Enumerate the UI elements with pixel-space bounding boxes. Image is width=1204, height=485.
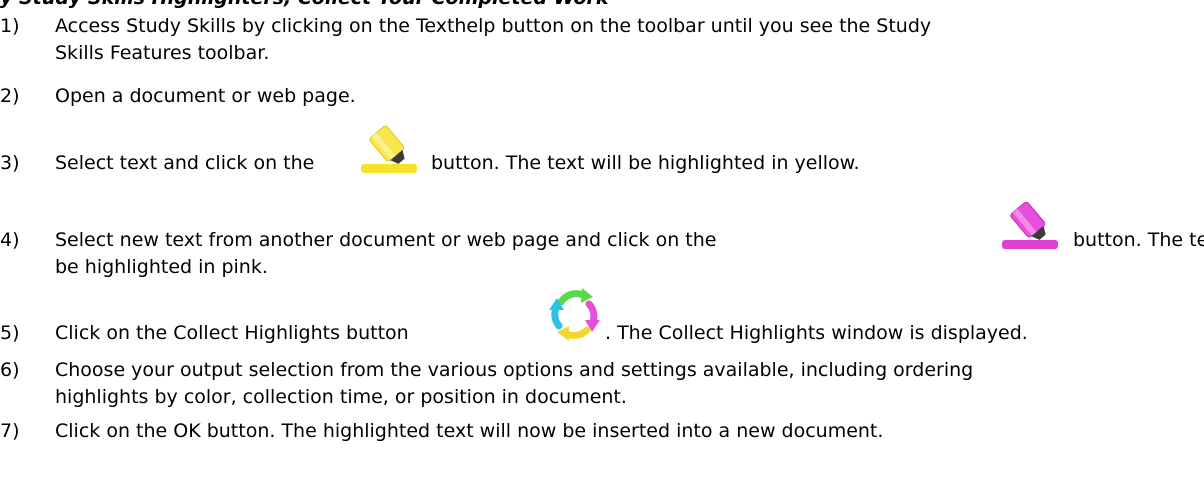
step-number: 3)	[0, 152, 20, 174]
step-number: 4)	[0, 229, 20, 251]
step-number: 7)	[0, 420, 20, 442]
step-number: 5)	[0, 322, 20, 344]
step-number: 1)	[0, 15, 20, 37]
step-text-continued: Skills Features toolbar.	[55, 42, 270, 64]
document-page: y Study Skills Highlighters, Collect You…	[0, 0, 1204, 485]
pink-highlighter-icon	[1000, 196, 1060, 252]
step-text-before-icon: Select new text from another document or…	[55, 229, 717, 251]
step-text: Select text and click on the	[55, 150, 314, 176]
step-text-after-icon: button. The text will be highlighted in …	[431, 152, 860, 174]
step-text: Open a document or web page.	[55, 85, 356, 107]
section-heading: y Study Skills Highlighters, Collect You…	[0, 0, 609, 11]
step-number: 6)	[0, 359, 20, 381]
step-text: Access Study Skills by clicking on the T…	[55, 15, 932, 37]
step-text: Click on the OK button. The highlighted …	[55, 420, 884, 442]
step-text-continued: be highlighted in pink.	[55, 256, 268, 278]
step-text: Choose your output selection from the va…	[55, 359, 974, 381]
step-number: 2)	[0, 85, 20, 107]
step-text-before-icon: Click on the Collect Highlights button	[55, 322, 409, 344]
step-text-after-icon: . The Collect Highlights window is displ…	[605, 322, 1028, 344]
step-text-continued: highlights by color, collection time, or…	[55, 386, 627, 408]
step-text-before-icon: Select text and click on the	[55, 152, 315, 174]
step-text-after-icon: button. The text will	[1073, 229, 1204, 251]
yellow-highlighter-icon	[359, 120, 419, 176]
collect-highlights-icon	[547, 286, 603, 342]
